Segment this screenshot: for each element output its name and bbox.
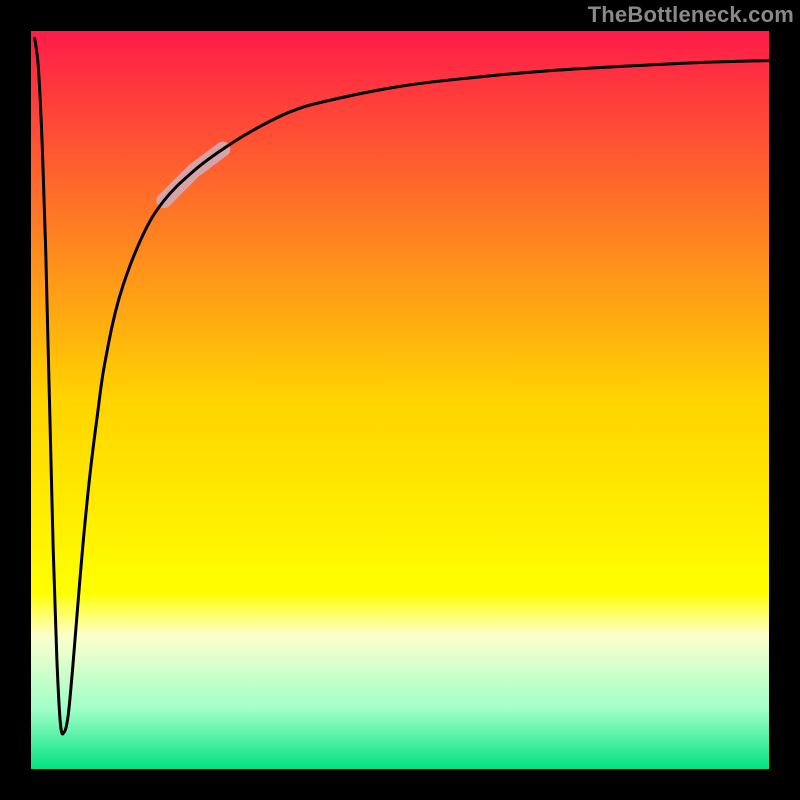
watermark-text: TheBottleneck.com: [588, 2, 794, 28]
chart-stage: TheBottleneck.com: [0, 0, 800, 800]
bottleneck-chart: [0, 0, 800, 800]
chart-plot-area: [31, 31, 769, 769]
